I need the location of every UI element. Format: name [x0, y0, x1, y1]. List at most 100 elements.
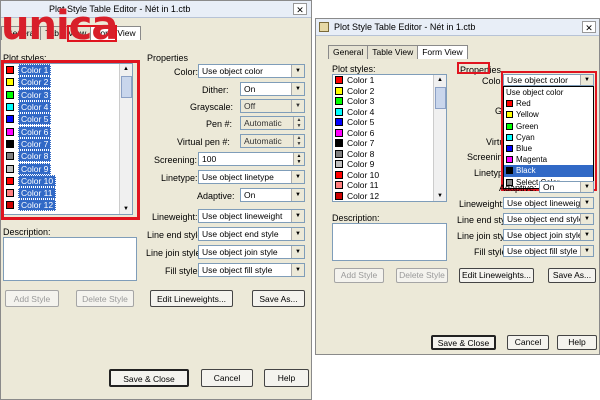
scroll-up-icon[interactable]: ▲: [120, 64, 132, 74]
list-item[interactable]: Color 1: [4, 64, 132, 77]
list-item[interactable]: Color 5: [333, 117, 446, 128]
chevron-down-icon[interactable]: ▼: [580, 182, 593, 192]
scroll-thumb[interactable]: [121, 76, 132, 98]
color-option[interactable]: Yellow: [504, 109, 593, 120]
add-style-button[interactable]: Add Style: [5, 290, 59, 307]
list-item[interactable]: Color 5: [4, 113, 132, 126]
chevron-down-icon[interactable]: ▼: [291, 264, 304, 276]
description-field[interactable]: [332, 223, 447, 261]
scroll-down-icon[interactable]: ▼: [434, 191, 446, 201]
color-option[interactable]: Red: [504, 98, 593, 109]
chevron-down-icon[interactable]: ▼: [580, 246, 593, 256]
save-as-button[interactable]: Save As...: [252, 290, 305, 307]
dither-dropdown[interactable]: On ▼: [240, 82, 305, 96]
scroll-down-icon[interactable]: ▼: [120, 204, 132, 214]
chevron-down-icon[interactable]: ▼: [291, 171, 304, 183]
list-item[interactable]: Color 1: [333, 75, 446, 86]
list-scrollbar[interactable]: ▲ ▼: [433, 75, 446, 201]
save-as-button[interactable]: Save As...: [548, 268, 596, 283]
spinner-icon[interactable]: ▲ ▼: [293, 153, 304, 165]
help-button[interactable]: Help: [557, 335, 597, 350]
chevron-down-icon[interactable]: ▼: [291, 210, 304, 222]
save-close-button[interactable]: Save & Close: [431, 335, 496, 350]
list-item[interactable]: Color 12: [333, 191, 446, 202]
chevron-down-icon[interactable]: ▼: [580, 198, 593, 208]
add-style-button[interactable]: Add Style: [334, 268, 384, 283]
line-end-dropdown[interactable]: Use object end style ▼: [198, 227, 305, 241]
list-item[interactable]: Color 3: [333, 96, 446, 107]
list-item[interactable]: Color 8: [4, 150, 132, 163]
tab-general[interactable]: General: [328, 45, 369, 59]
chevron-down-icon[interactable]: ▼: [291, 228, 304, 240]
color-dropdown[interactable]: Use object color ▼: [503, 74, 594, 86]
line-end-dropdown[interactable]: Use object end style ▼: [503, 213, 594, 225]
help-button[interactable]: Help: [264, 369, 309, 387]
edit-lineweights-button[interactable]: Edit Lineweights...: [150, 290, 233, 307]
fill-style-dropdown[interactable]: Use object fill style ▼: [503, 245, 594, 257]
lineweight-dropdown[interactable]: Use object lineweight ▼: [198, 209, 305, 223]
scroll-thumb[interactable]: [435, 87, 446, 109]
description-field[interactable]: [3, 237, 137, 281]
spinner-icon[interactable]: ▲ ▼: [293, 117, 304, 129]
list-item[interactable]: Color 2: [4, 76, 132, 89]
list-item[interactable]: Color 6: [333, 128, 446, 139]
cancel-button[interactable]: Cancel: [507, 335, 549, 350]
scroll-up-icon[interactable]: ▲: [434, 75, 446, 85]
chevron-down-icon[interactable]: ▼: [580, 230, 593, 240]
tab-form-view[interactable]: Form View: [417, 45, 468, 59]
list-item[interactable]: Color 10: [333, 170, 446, 181]
adaptive-dropdown[interactable]: On ▼: [240, 188, 305, 202]
close-icon[interactable]: ✕: [582, 21, 596, 33]
color-option[interactable]: Cyan: [504, 132, 593, 143]
chevron-down-icon[interactable]: ▼: [291, 189, 304, 201]
delete-style-button[interactable]: Delete Style: [396, 268, 448, 283]
spinner-icon[interactable]: ▲ ▼: [293, 135, 304, 147]
color-option[interactable]: Magenta: [504, 154, 593, 165]
list-item[interactable]: Color 7: [4, 137, 132, 150]
line-join-dropdown[interactable]: Use object join style ▼: [503, 229, 594, 241]
linetype-dropdown[interactable]: Use object linetype ▼: [198, 170, 305, 184]
chevron-down-icon[interactable]: ▼: [291, 246, 304, 258]
edit-lineweights-button[interactable]: Edit Lineweights...: [459, 268, 534, 283]
list-scrollbar[interactable]: ▲ ▼: [119, 64, 132, 214]
color-dropdown[interactable]: Use object color ▼: [198, 64, 305, 78]
list-item[interactable]: Color 6: [4, 125, 132, 138]
color-option[interactable]: Green: [504, 121, 593, 132]
color-options-list[interactable]: Use object color Red Yellow Green Cyan Blue Ma…: [503, 86, 594, 189]
chevron-down-icon[interactable]: ▼: [291, 65, 304, 77]
list-item[interactable]: Color 4: [4, 101, 132, 114]
delete-style-button[interactable]: Delete Style: [76, 290, 134, 307]
close-icon[interactable]: ✕: [293, 3, 307, 15]
list-item[interactable]: Color 9: [4, 162, 132, 175]
plot-styles-list[interactable]: Color 1 Color 2 Color 3 Color 4 Color 5 Color…: [3, 63, 133, 215]
list-item[interactable]: Color 11: [4, 187, 132, 200]
list-item[interactable]: Color 2: [333, 86, 446, 97]
list-item[interactable]: Color 4: [333, 107, 446, 118]
plot-styles-list[interactable]: Color 1 Color 2 Color 3 Color 4 Color 5 Color…: [332, 74, 447, 202]
screening-field[interactable]: 100 ▲ ▼: [198, 152, 305, 166]
chevron-down-icon[interactable]: ▼: [291, 83, 304, 95]
chevron-down-icon[interactable]: ▼: [291, 100, 304, 112]
chevron-down-icon[interactable]: ▼: [580, 214, 593, 224]
color-option[interactable]: Blue: [504, 143, 593, 154]
lineweight-dropdown[interactable]: Use object lineweight ▼: [503, 197, 594, 209]
color-option[interactable]: Black: [504, 165, 593, 177]
list-item[interactable]: Color 9: [333, 159, 446, 170]
virtual-pen-field[interactable]: Automatic ▲ ▼: [240, 134, 305, 148]
color-option[interactable]: Use object color: [504, 87, 593, 98]
cancel-button[interactable]: Cancel: [201, 369, 253, 387]
list-item[interactable]: Color 10: [4, 174, 132, 187]
pen-number-field[interactable]: Automatic ▲ ▼: [240, 116, 305, 130]
grayscale-dropdown[interactable]: Off ▼: [240, 99, 305, 113]
save-close-button[interactable]: Save & Close: [109, 369, 189, 387]
adaptive-dropdown[interactable]: On ▼: [539, 181, 594, 193]
list-item[interactable]: Color 8: [333, 149, 446, 160]
list-item[interactable]: Color 7: [333, 138, 446, 149]
list-item[interactable]: Color 11: [333, 180, 446, 191]
line-join-dropdown[interactable]: Use object join style ▼: [198, 245, 305, 259]
tab-table-view[interactable]: Table View: [367, 45, 419, 59]
fill-style-dropdown[interactable]: Use object fill style ▼: [198, 263, 305, 277]
list-item[interactable]: Color 12: [4, 199, 132, 212]
chevron-down-icon[interactable]: ▼: [580, 75, 593, 85]
list-item[interactable]: Color 3: [4, 88, 132, 101]
